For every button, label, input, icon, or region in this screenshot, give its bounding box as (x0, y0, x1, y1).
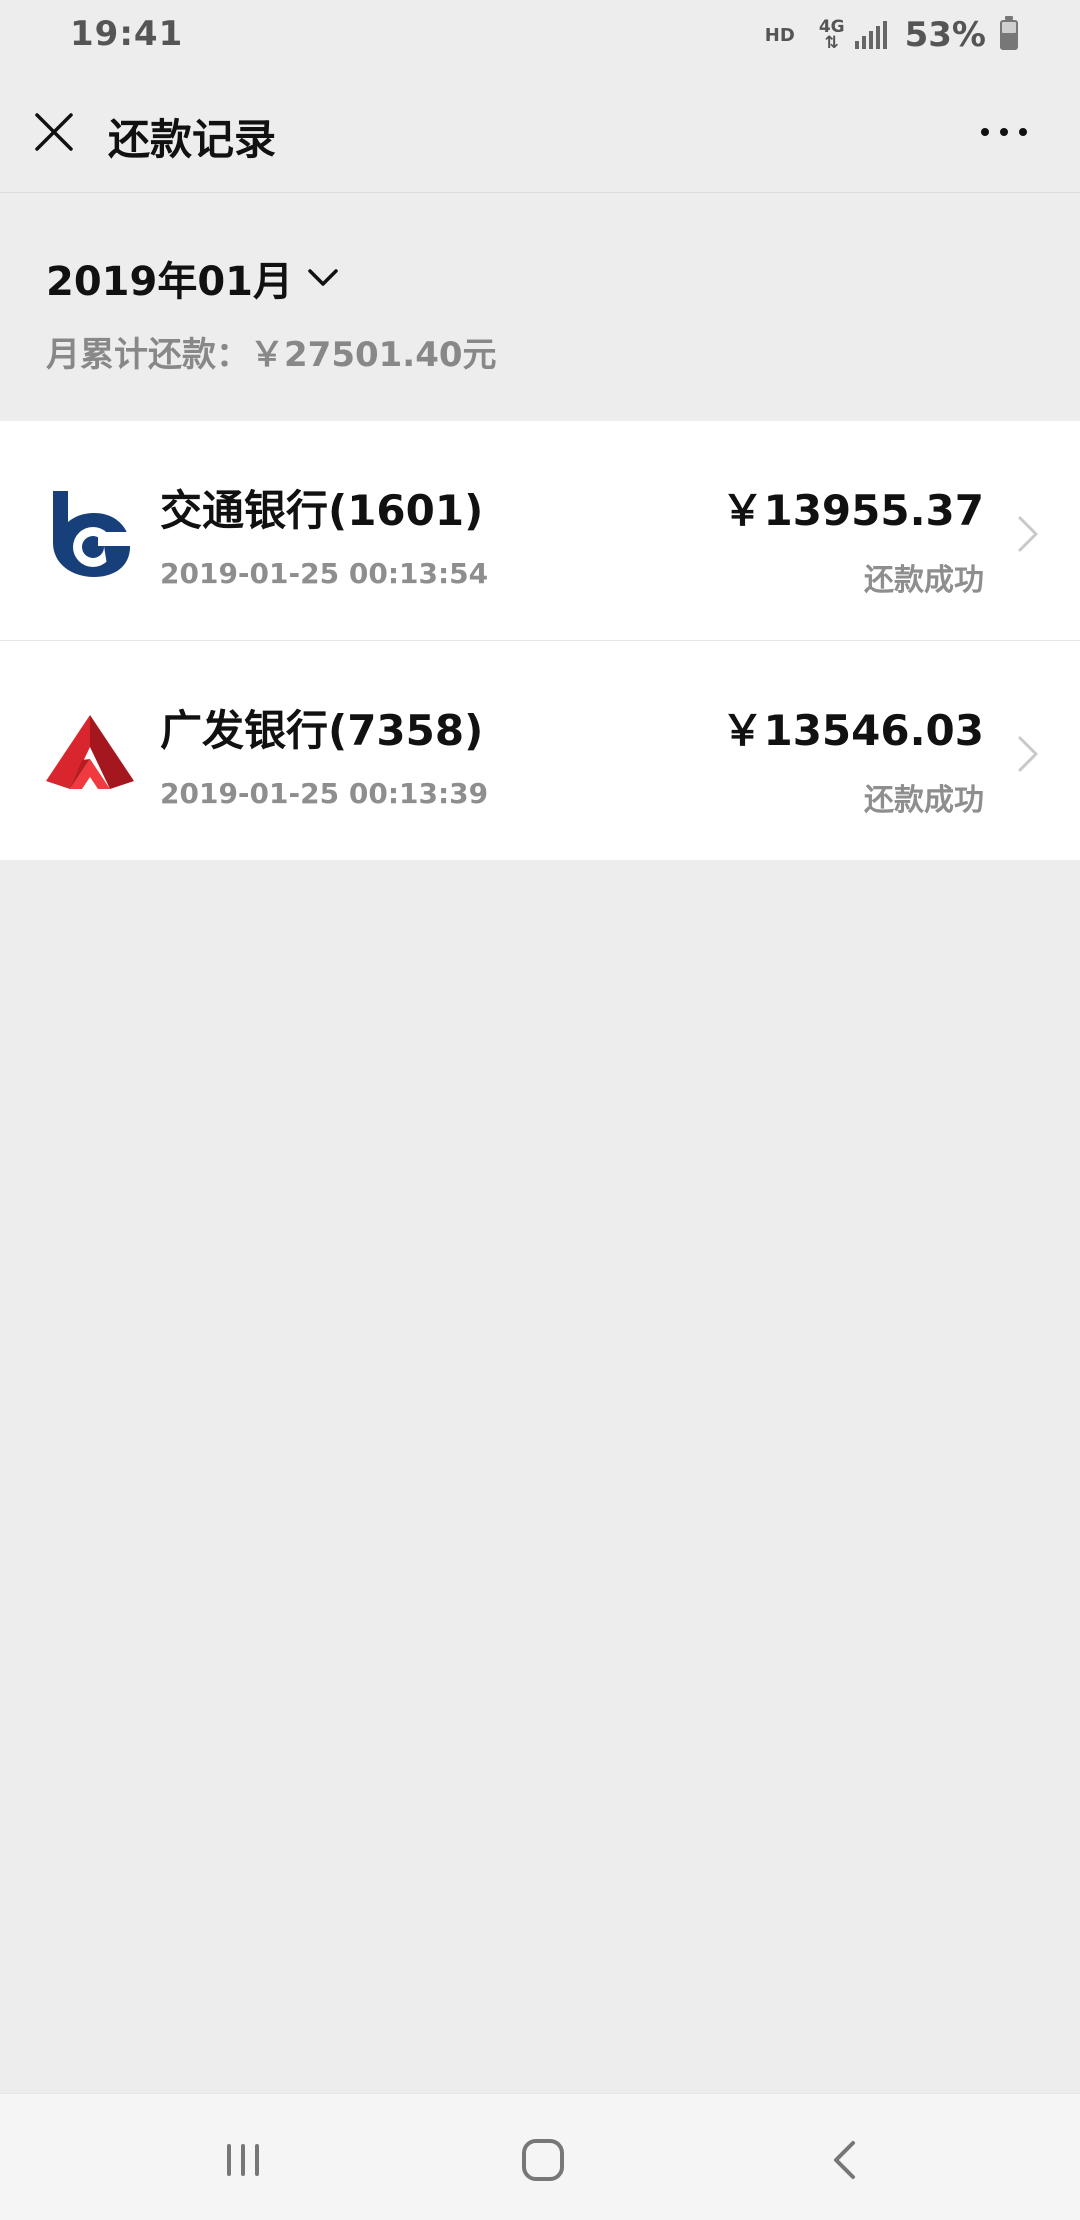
record-time: 2019-01-25 00:13:54 (160, 557, 489, 590)
back-icon (834, 2141, 855, 2179)
bank-name: 交通银行(1601) (160, 486, 484, 535)
battery-percentage: 53% (904, 15, 986, 55)
recent-apps-button[interactable] (207, 2124, 279, 2196)
repayment-amount: ￥13955.37 (721, 486, 984, 535)
status-indicators: HD 4G ⇅ 53% (765, 12, 1018, 58)
monthly-total: 月累计还款： ￥27501.40元 (46, 327, 497, 376)
monthly-summary: 2019年01月 月累计还款： ￥27501.40元 (0, 193, 1080, 421)
repayment-status: 还款成功 (864, 783, 984, 818)
navigation-bar: 还款记录 (0, 72, 1080, 193)
cgb-bank-logo (46, 715, 134, 789)
chevron-right-icon (1018, 516, 1038, 552)
selected-month: 2019年01月 (46, 259, 293, 305)
more-icon-dot (981, 128, 989, 136)
more-icon-dot (1019, 128, 1027, 136)
repayment-record-row[interactable]: 交通银行(1601) 2019-01-25 00:13:54 ￥13955.37… (0, 421, 1080, 640)
monthly-total-amount: ￥27501.40元 (250, 335, 497, 375)
home-button[interactable] (507, 2124, 579, 2196)
repayment-record-row[interactable]: 广发银行(7358) 2019-01-25 00:13:39 ￥13546.03… (0, 640, 1080, 860)
system-navigation-bar (0, 2093, 1080, 2220)
monthly-total-label: 月累计还款： (46, 335, 250, 375)
close-icon (35, 113, 73, 151)
bank-name: 广发银行(7358) (160, 706, 484, 755)
repayment-record-list: 交通银行(1601) 2019-01-25 00:13:54 ￥13955.37… (0, 421, 1080, 860)
signal-icon (854, 21, 887, 49)
more-icon-dot (1000, 128, 1008, 136)
data-arrows-icon: ⇅ (824, 33, 839, 53)
record-time: 2019-01-25 00:13:39 (160, 777, 489, 810)
more-button[interactable] (964, 102, 1044, 162)
home-icon (522, 2139, 564, 2181)
recent-apps-icon (227, 2144, 259, 2176)
chevron-down-icon (308, 269, 338, 286)
bank-of-communications-logo (53, 491, 130, 577)
hd-indicator: HD (764, 24, 795, 46)
repayment-status: 还款成功 (864, 563, 984, 598)
status-bar: 19:41 HD 4G ⇅ 53% (0, 0, 1080, 72)
status-time: 19:41 (70, 14, 184, 54)
repayment-amount: ￥13546.03 (721, 706, 984, 755)
close-button[interactable] (18, 96, 90, 168)
back-button[interactable] (810, 2124, 882, 2196)
chevron-right-icon (1018, 736, 1038, 772)
network-indicator: 4G ⇅ (819, 19, 845, 53)
month-selector[interactable]: 2019年01月 (46, 249, 339, 307)
battery-icon (1000, 16, 1018, 50)
page-title: 还款记录 (108, 115, 277, 164)
